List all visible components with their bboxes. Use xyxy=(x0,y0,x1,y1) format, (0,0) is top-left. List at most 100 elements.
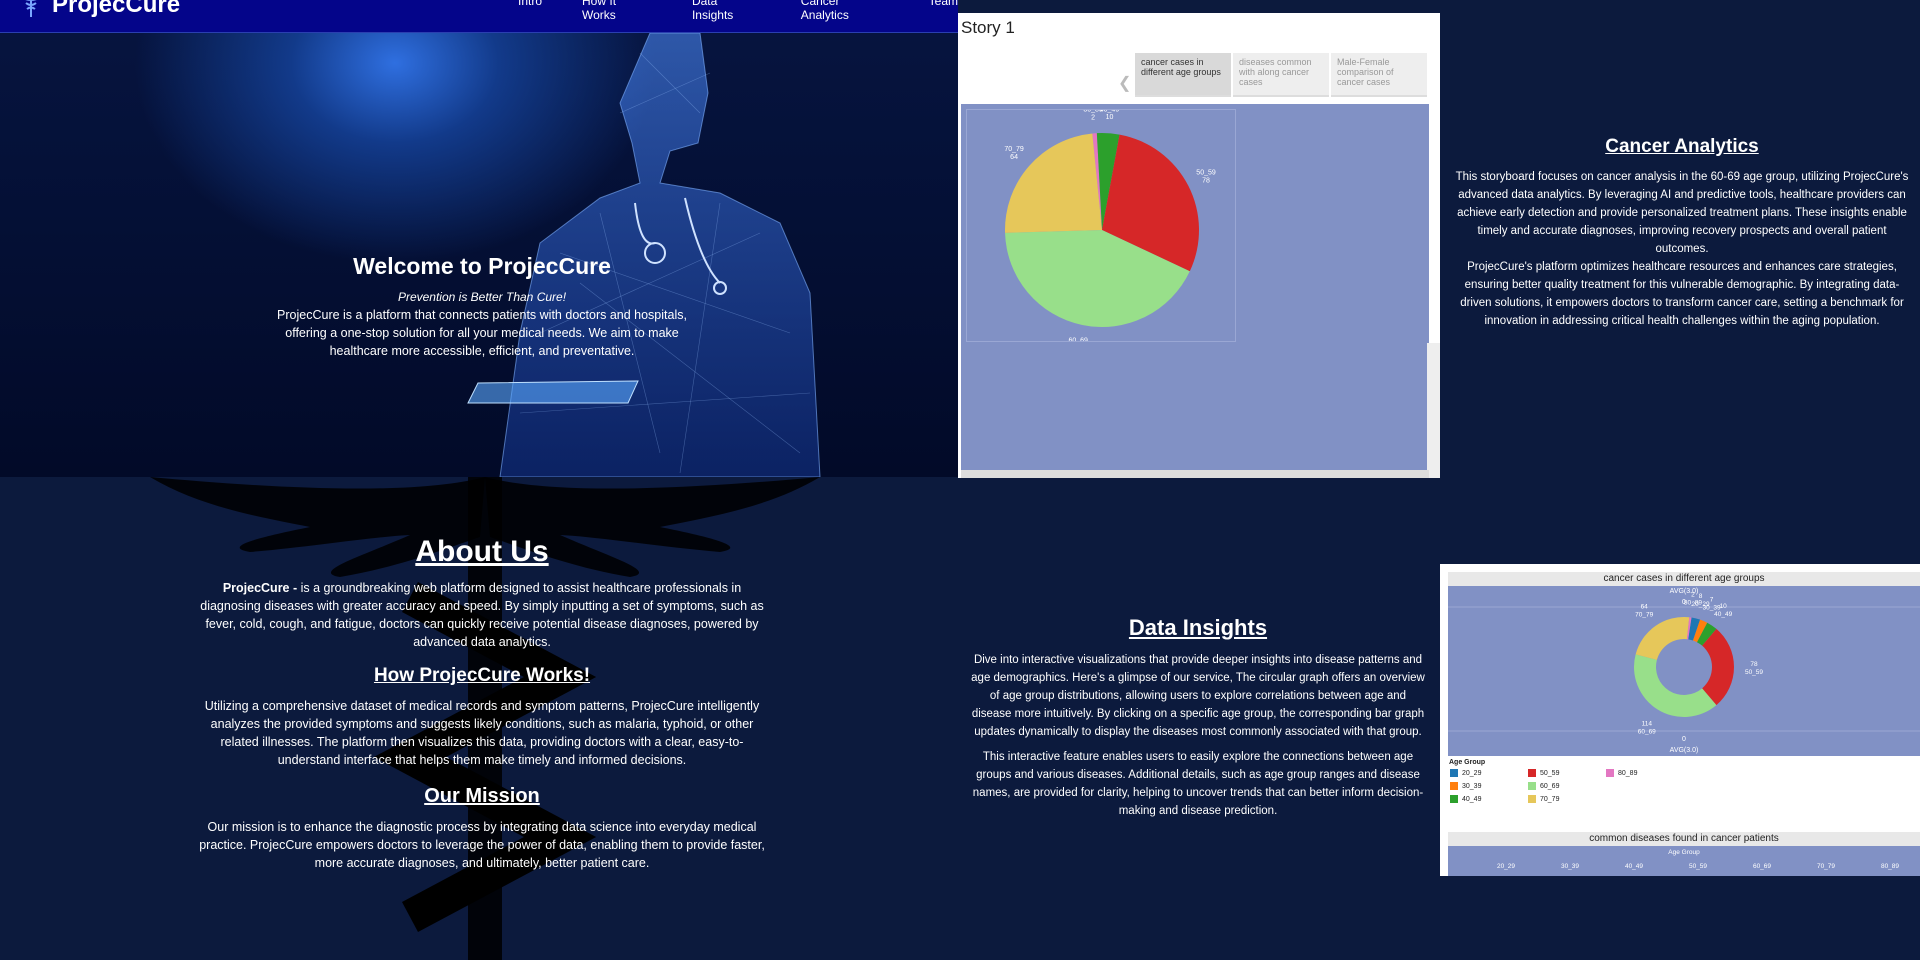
legend-label: 50_59 xyxy=(1540,769,1560,777)
donut-label-category: 80_89 xyxy=(1684,600,1702,607)
donut-label-value: 114 xyxy=(1642,720,1653,727)
pie-label-value: 78 xyxy=(1202,177,1210,184)
hero-text: Welcome to ProjecCure Prevention is Bett… xyxy=(262,253,702,360)
donut-label-value: 78 xyxy=(1750,661,1758,668)
legend-item-70_79[interactable]: 70_79 xyxy=(1528,795,1559,803)
brand-logo[interactable]: ProjecCure xyxy=(18,0,180,19)
nav-link-data-insights[interactable]: Data Insights xyxy=(692,0,761,22)
legend-swatch xyxy=(1528,795,1536,803)
bar-axis-tick: 50_59 xyxy=(1689,863,1707,870)
donut-label-category: 60_69 xyxy=(1638,728,1656,735)
nav-link-how-it-works[interactable]: How It Works xyxy=(582,0,652,22)
data-insights-p1: Dive into interactive visualizations tha… xyxy=(971,654,1425,738)
story-chart-area: 80_89240_491050_597860_6911470_7964 xyxy=(961,104,1429,470)
about-brand: ProjecCure - xyxy=(222,581,298,595)
nav-links: Intro How It Works Data Insights Cancer … xyxy=(518,0,958,22)
bar-axis-tick: 20_29 xyxy=(1497,863,1515,870)
story-panel: Story 1 ❮ cancer cases in different age … xyxy=(958,13,1440,478)
story-tab-common-diseases[interactable]: diseases common with along cancer cases xyxy=(1233,53,1329,97)
pie-label-value: 2 xyxy=(1091,114,1095,121)
donut-slice-70_79[interactable] xyxy=(1635,617,1690,660)
pie-label-category: 60_69 xyxy=(1068,338,1088,341)
hero-title: Welcome to ProjecCure xyxy=(353,253,611,279)
bar-axis-tick: 40_49 xyxy=(1625,863,1643,870)
about-section: About Us ProjecCure - is a groundbreakin… xyxy=(0,477,958,960)
bar-chart-axis: Age Group 20_29 30_39 40_49 50_59 60_69 70_79 8… xyxy=(1497,849,1899,870)
legend-item-50_59[interactable]: 50_59 xyxy=(1528,769,1559,777)
cancer-analytics-section: Cancer Analytics This storyboard focuses… xyxy=(1452,136,1912,330)
caduceus-icon xyxy=(25,0,37,17)
pie-label-category: 40_49 xyxy=(1100,110,1120,113)
legend-swatch xyxy=(1528,782,1536,790)
donut-chart[interactable]: AVG(3.0)00AVG(3.0)820_29730_391040_49785… xyxy=(1448,586,1920,756)
nav-link-intro[interactable]: Intro xyxy=(518,0,542,22)
mission-title: Our Mission xyxy=(424,785,540,807)
brand-name: ProjecCure xyxy=(52,0,181,18)
legend-swatch xyxy=(1450,795,1458,803)
chevron-left-icon[interactable]: ❮ xyxy=(1118,73,1131,93)
how-title: How ProjecCure Works! xyxy=(373,665,591,686)
pie-label-value: 64 xyxy=(1010,154,1018,161)
bar-axis-title: Age Group xyxy=(1668,849,1700,856)
legend-item-30_39[interactable]: 30_39 xyxy=(1450,782,1481,790)
legend-label: 60_69 xyxy=(1540,782,1560,790)
legend-label: 30_39 xyxy=(1462,782,1482,790)
dash-title-age-groups: cancer cases in different age groups xyxy=(1448,572,1920,586)
donut-chart-area: AVG(3.0) 0 0 AVG(3.0) 8 20_29 7 30_39 10 40_49 78 5… xyxy=(1448,586,1920,756)
how-text: Utilizing a comprehensive dataset of med… xyxy=(204,699,760,767)
top-nav: ProjecCure Intro How It Works Data Insig… xyxy=(0,0,958,33)
legend-label: 70_79 xyxy=(1540,795,1560,803)
legend-items: 20_29 30_39 40_49 50_59 60_69 70_79 80_89 xyxy=(1448,769,1920,819)
about-title: About Us xyxy=(415,535,549,568)
bar-axis-tick: 30_39 xyxy=(1561,863,1579,870)
legend-label: 20_29 xyxy=(1462,769,1482,777)
donut-label-category: 50_59 xyxy=(1745,669,1763,676)
legend-item-60_69[interactable]: 60_69 xyxy=(1528,782,1559,790)
avg-label-bottom: AVG(3.0) xyxy=(1670,747,1699,754)
legend-item-20_29[interactable]: 20_29 xyxy=(1450,769,1481,777)
donut-label-value: 7 xyxy=(1710,597,1714,604)
data-insights-p2: This interactive feature enables users t… xyxy=(972,751,1424,817)
donut-label-category: 40_49 xyxy=(1714,611,1732,618)
bar-axis-tick: 80_89 xyxy=(1881,863,1899,870)
hero-section: Welcome to ProjecCure Prevention is Bett… xyxy=(0,33,958,477)
donut-label-value: 2 xyxy=(1691,592,1695,599)
about-text: ProjecCure - is a groundbreaking web pla… xyxy=(196,579,768,651)
hero-subtitle: Prevention is Better Than Cure! xyxy=(397,290,567,304)
legend-item-40_49[interactable]: 40_49 xyxy=(1450,795,1481,803)
pie-chart[interactable]: 80_89240_491050_597860_6911470_7964 xyxy=(967,106,1235,352)
story-tab-male-female[interactable]: Male-Female comparison of cancer cases xyxy=(1331,53,1427,97)
donut-slice-60_69[interactable] xyxy=(1634,654,1717,717)
cancer-analytics-p2: ProjecCure's platform optimizes healthca… xyxy=(1460,261,1904,327)
pie-label-value: 10 xyxy=(1106,114,1114,121)
cancer-analytics-title: Cancer Analytics xyxy=(1605,136,1759,157)
legend-item-80_89[interactable]: 80_89 xyxy=(1606,769,1637,777)
age-group-legend: Age Group 20_29 30_39 40_49 50_59 60_69 70_79… xyxy=(1448,756,1920,826)
zero-label-bottom: 0 xyxy=(1682,736,1686,743)
pie-label-category: 70_79 xyxy=(1004,146,1024,153)
dashboard-preview: cancer cases in different age groups AVG… xyxy=(1440,564,1920,876)
data-insights-section: Data Insights Dive into interactive visu… xyxy=(970,615,1426,827)
legend-swatch xyxy=(1450,769,1458,777)
legend-swatch xyxy=(1450,782,1458,790)
horizontal-scrollbar[interactable] xyxy=(961,470,1429,478)
vertical-scrollbar[interactable] xyxy=(1427,343,1440,478)
bar-chart-area: Age Group 20_29 30_39 40_49 50_59 60_69 70_79 8… xyxy=(1448,846,1920,876)
pie-label-category: 50_59 xyxy=(1196,169,1216,176)
about-content: About Us ProjecCure - is a groundbreakin… xyxy=(196,535,768,872)
donut-label-value: 64 xyxy=(1641,603,1649,610)
nav-link-team[interactable]: Team xyxy=(929,0,958,22)
hero-description: ProjecCure is a platform that connects p… xyxy=(277,308,687,358)
nav-link-cancer-analytics[interactable]: Cancer Analytics xyxy=(801,0,889,22)
legend-label: 40_49 xyxy=(1462,795,1482,803)
cancer-analytics-p1: This storyboard focuses on cancer analys… xyxy=(1455,171,1909,255)
dash-title-common-diseases: common diseases found in cancer patients xyxy=(1448,832,1920,846)
legend-swatch xyxy=(1528,769,1536,777)
bar-axis-tick: 70_79 xyxy=(1817,863,1835,870)
legend-title: Age Group xyxy=(1449,759,1486,766)
bar-axis-tick: 60_69 xyxy=(1753,863,1771,870)
legend-swatch xyxy=(1606,769,1614,777)
donut-slice-50_59[interactable] xyxy=(1702,628,1734,706)
data-insights-title: Data Insights xyxy=(1128,615,1268,640)
story-tab-age-groups[interactable]: cancer cases in different age groups xyxy=(1135,53,1231,97)
